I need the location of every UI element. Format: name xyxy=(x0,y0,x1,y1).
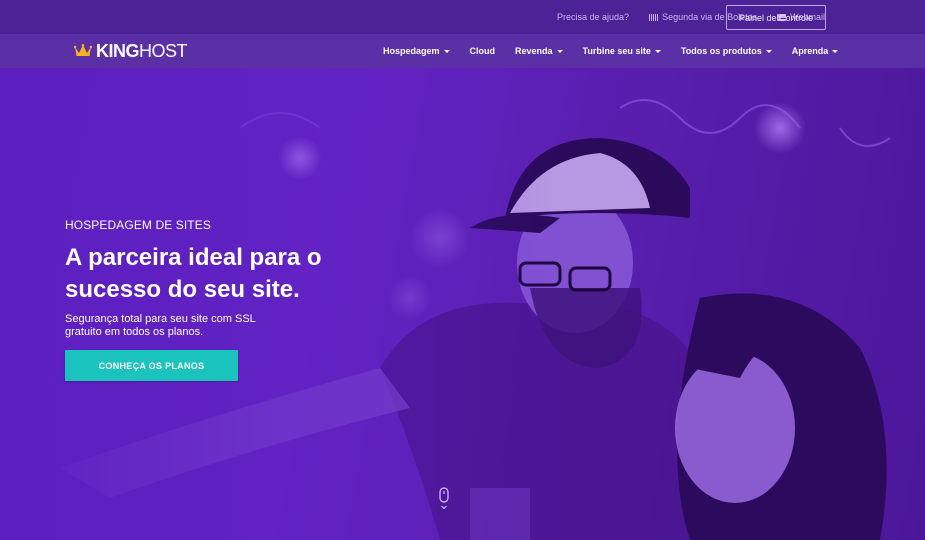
nav-item-label: Cloud xyxy=(469,46,496,56)
control-panel-button[interactable]: Painel de Controle xyxy=(726,5,826,30)
hero-subtitle: Segurança total para seu site com SSL gr… xyxy=(65,313,256,338)
help-link-label: Precisa de ajuda? xyxy=(557,12,630,22)
nav-item-hospedagem[interactable]: Hospedagem xyxy=(383,46,450,56)
caret-down-icon xyxy=(556,49,563,53)
crown-icon xyxy=(74,44,92,58)
mouse-scroll-icon[interactable] xyxy=(438,487,450,511)
caret-down-icon xyxy=(443,49,450,53)
nav-item-label: Turbine seu site xyxy=(582,46,651,56)
utility-bar: Precisa de ajuda? Segunda via de Boletos… xyxy=(0,0,925,34)
nav-item-todos-produtos[interactable]: Todos os produtos xyxy=(681,46,772,56)
nav-menu: Hospedagem Cloud Revenda Turbine seu sit… xyxy=(383,34,839,68)
nav-item-aprenda[interactable]: Aprenda xyxy=(792,46,839,56)
kinghost-logo[interactable]: KINGHOST xyxy=(74,40,188,62)
nav-item-turbine[interactable]: Turbine seu site xyxy=(583,46,661,56)
hero-eyebrow: HOSPEDAGEM DE SITES xyxy=(65,218,211,232)
caret-down-icon xyxy=(654,49,661,53)
nav-item-label: Aprenda xyxy=(791,46,829,56)
logo-host: HOST xyxy=(139,40,188,61)
nav-item-revenda[interactable]: Revenda xyxy=(515,46,563,56)
caret-down-icon xyxy=(765,49,772,53)
nav-item-cloud[interactable]: Cloud xyxy=(470,46,496,56)
nav-item-label: Todos os produtos xyxy=(680,46,762,56)
hero-banner: HOSPEDAGEM DE SITES A parceira ideal par… xyxy=(0,68,925,540)
see-plans-button[interactable]: CONHEÇA OS PLANOS xyxy=(65,350,238,381)
hero-title: A parceira ideal para o sucesso do seu s… xyxy=(65,244,322,303)
caret-down-icon xyxy=(832,49,839,53)
barcode-icon xyxy=(649,13,659,21)
nav-item-label: Revenda xyxy=(515,46,553,56)
hero-content: HOSPEDAGEM DE SITES A parceira ideal par… xyxy=(65,218,365,339)
main-navbar: KINGHOST Hospedagem Cloud Revenda Turbin… xyxy=(0,34,925,68)
logo-king: KING xyxy=(96,40,140,61)
help-link[interactable]: Precisa de ajuda? xyxy=(557,12,629,22)
logo-wordmark: KINGHOST xyxy=(96,40,188,62)
nav-item-label: Hospedagem xyxy=(383,46,440,56)
